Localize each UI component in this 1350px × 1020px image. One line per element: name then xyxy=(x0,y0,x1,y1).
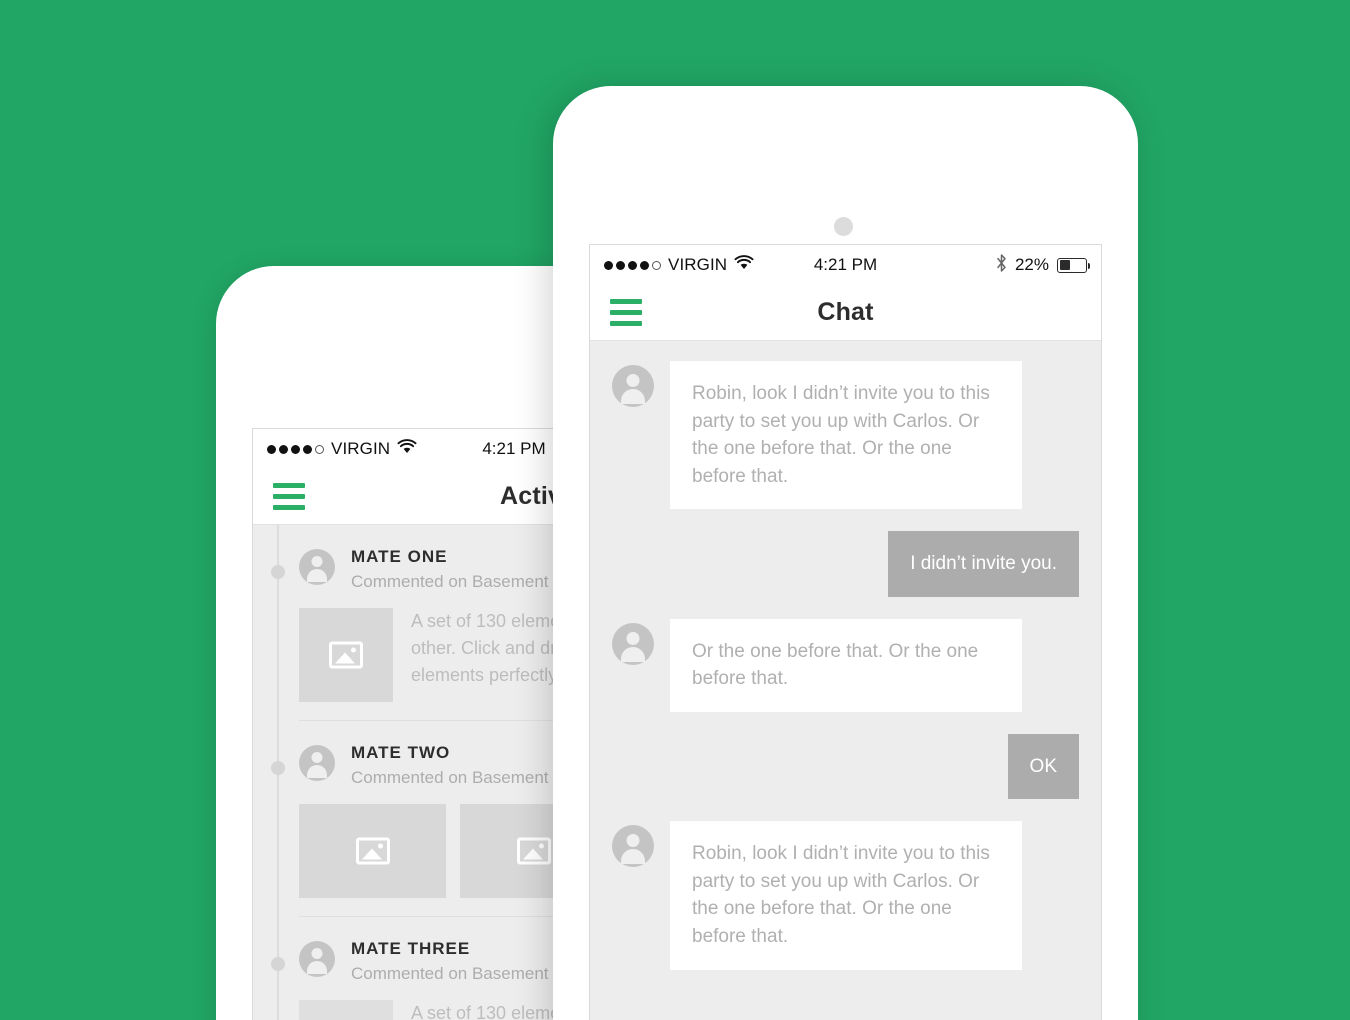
chat-message-row: OK xyxy=(612,733,1079,800)
image-thumbnail[interactable] xyxy=(299,804,447,898)
battery-icon xyxy=(1057,257,1090,273)
image-thumbnail[interactable] xyxy=(299,1000,393,1020)
hamburger-menu-icon[interactable] xyxy=(610,299,642,326)
avatar xyxy=(299,549,335,585)
avatar xyxy=(612,622,654,665)
activity-user-name: MATE ONE xyxy=(351,547,448,566)
signal-strength-icon xyxy=(604,260,661,270)
chat-bubble-incoming[interactable]: Robin, look I didn’t invite you to this … xyxy=(670,361,1022,510)
timeline-dot xyxy=(271,565,285,579)
image-placeholder-icon xyxy=(516,837,551,865)
carrier-label: VIRGIN xyxy=(668,255,728,274)
avatar xyxy=(299,941,335,977)
carrier-label: VIRGIN xyxy=(331,439,391,458)
signal-strength-icon xyxy=(267,444,324,454)
image-placeholder-icon xyxy=(355,837,390,865)
status-bar-left: VIRGIN xyxy=(267,439,417,459)
avatar xyxy=(612,365,654,407)
wifi-icon xyxy=(397,439,417,459)
chat-message-row: Robin, look I didn’t invite you to this … xyxy=(612,821,1079,970)
status-bar-left: VIRGIN xyxy=(604,255,754,275)
activity-subtitle: Commented on Basement xyxy=(351,964,549,983)
chat-bubble-outgoing[interactable]: I didn’t invite you. xyxy=(888,531,1079,597)
activity-subtitle: Commented on Basement xyxy=(351,768,549,787)
chat-message-row: I didn’t invite you. xyxy=(612,531,1079,597)
front-camera-icon xyxy=(834,217,853,236)
page-title: Chat xyxy=(817,298,874,326)
status-bar: VIRGIN 4:21 PM 22% xyxy=(590,245,1101,285)
activity-user-name: MATE TWO xyxy=(351,743,451,762)
chat-nav-bar: Chat xyxy=(590,285,1101,341)
chat-screen: VIRGIN 4:21 PM 22% Chat Robin, look I di… xyxy=(589,244,1102,1020)
wifi-icon xyxy=(734,255,754,275)
chat-bubble-outgoing[interactable]: OK xyxy=(1007,733,1079,800)
status-bar-right: 22% xyxy=(996,253,1090,277)
bluetooth-icon xyxy=(996,253,1007,277)
chat-message-row: Robin, look I didn’t invite you to this … xyxy=(612,361,1079,510)
chat-message-list[interactable]: Robin, look I didn’t invite you to this … xyxy=(590,341,1101,1020)
timeline-dot xyxy=(271,957,285,971)
hamburger-menu-icon[interactable] xyxy=(273,483,305,510)
avatar xyxy=(612,825,654,868)
chat-message-row: Or the one before that. Or the one befor… xyxy=(612,618,1079,712)
activity-subtitle: Commented on Basement xyxy=(351,572,549,591)
battery-percentage-label: 22% xyxy=(1014,255,1049,274)
avatar xyxy=(299,745,335,781)
chat-bubble-incoming[interactable]: Robin, look I didn’t invite you to this … xyxy=(670,821,1022,970)
activity-user-name: MATE THREE xyxy=(351,939,471,958)
chat-phone-device: VIRGIN 4:21 PM 22% Chat Robin, look I di… xyxy=(553,86,1138,1020)
chat-bubble-incoming[interactable]: Or the one before that. Or the one befor… xyxy=(670,618,1022,712)
image-placeholder-icon xyxy=(329,641,363,669)
image-thumbnail[interactable] xyxy=(299,608,393,702)
timeline-dot xyxy=(271,761,285,775)
